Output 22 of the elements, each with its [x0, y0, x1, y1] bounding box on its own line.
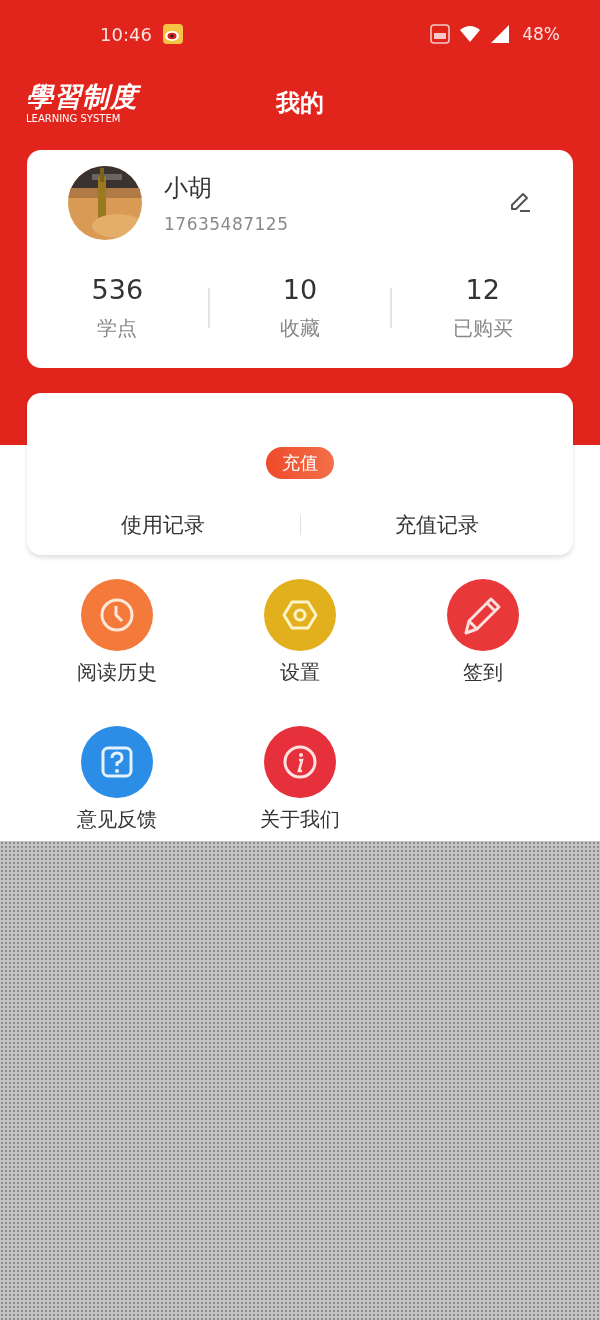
app-notification-icon — [161, 23, 184, 45]
record-link[interactable]: 充值记录 — [394, 511, 479, 539]
menu-item[interactable]: 设置 — [208, 579, 392, 686]
record-link[interactable]: 使用记录 — [121, 511, 206, 539]
stat-value: 10 — [282, 274, 318, 305]
menu-item[interactable]: 关于我们 — [208, 726, 392, 833]
stat-label: 学点 — [97, 315, 138, 342]
stat-value: 12 — [465, 274, 500, 305]
battery-percent: 48% — [522, 24, 560, 44]
user-name: 小胡 — [164, 173, 213, 204]
wifi-icon — [458, 24, 483, 44]
phone-number: 17635487125 — [164, 214, 290, 234]
signal-icon — [490, 24, 511, 44]
page-title: 我的 — [275, 88, 325, 119]
status-time: 10:46 — [100, 23, 152, 45]
logo-subtitle: LEARNING SYSTEM — [26, 113, 121, 125]
menu-item[interactable]: 阅读历史 — [25, 579, 209, 686]
stat-label: 已购买 — [452, 315, 513, 342]
menu-item[interactable]: 意见反馈 — [25, 726, 209, 833]
menu-item[interactable]: 签到 — [391, 579, 575, 686]
stat-value: 536 — [91, 274, 144, 305]
stat-label: 收藏 — [280, 315, 320, 342]
